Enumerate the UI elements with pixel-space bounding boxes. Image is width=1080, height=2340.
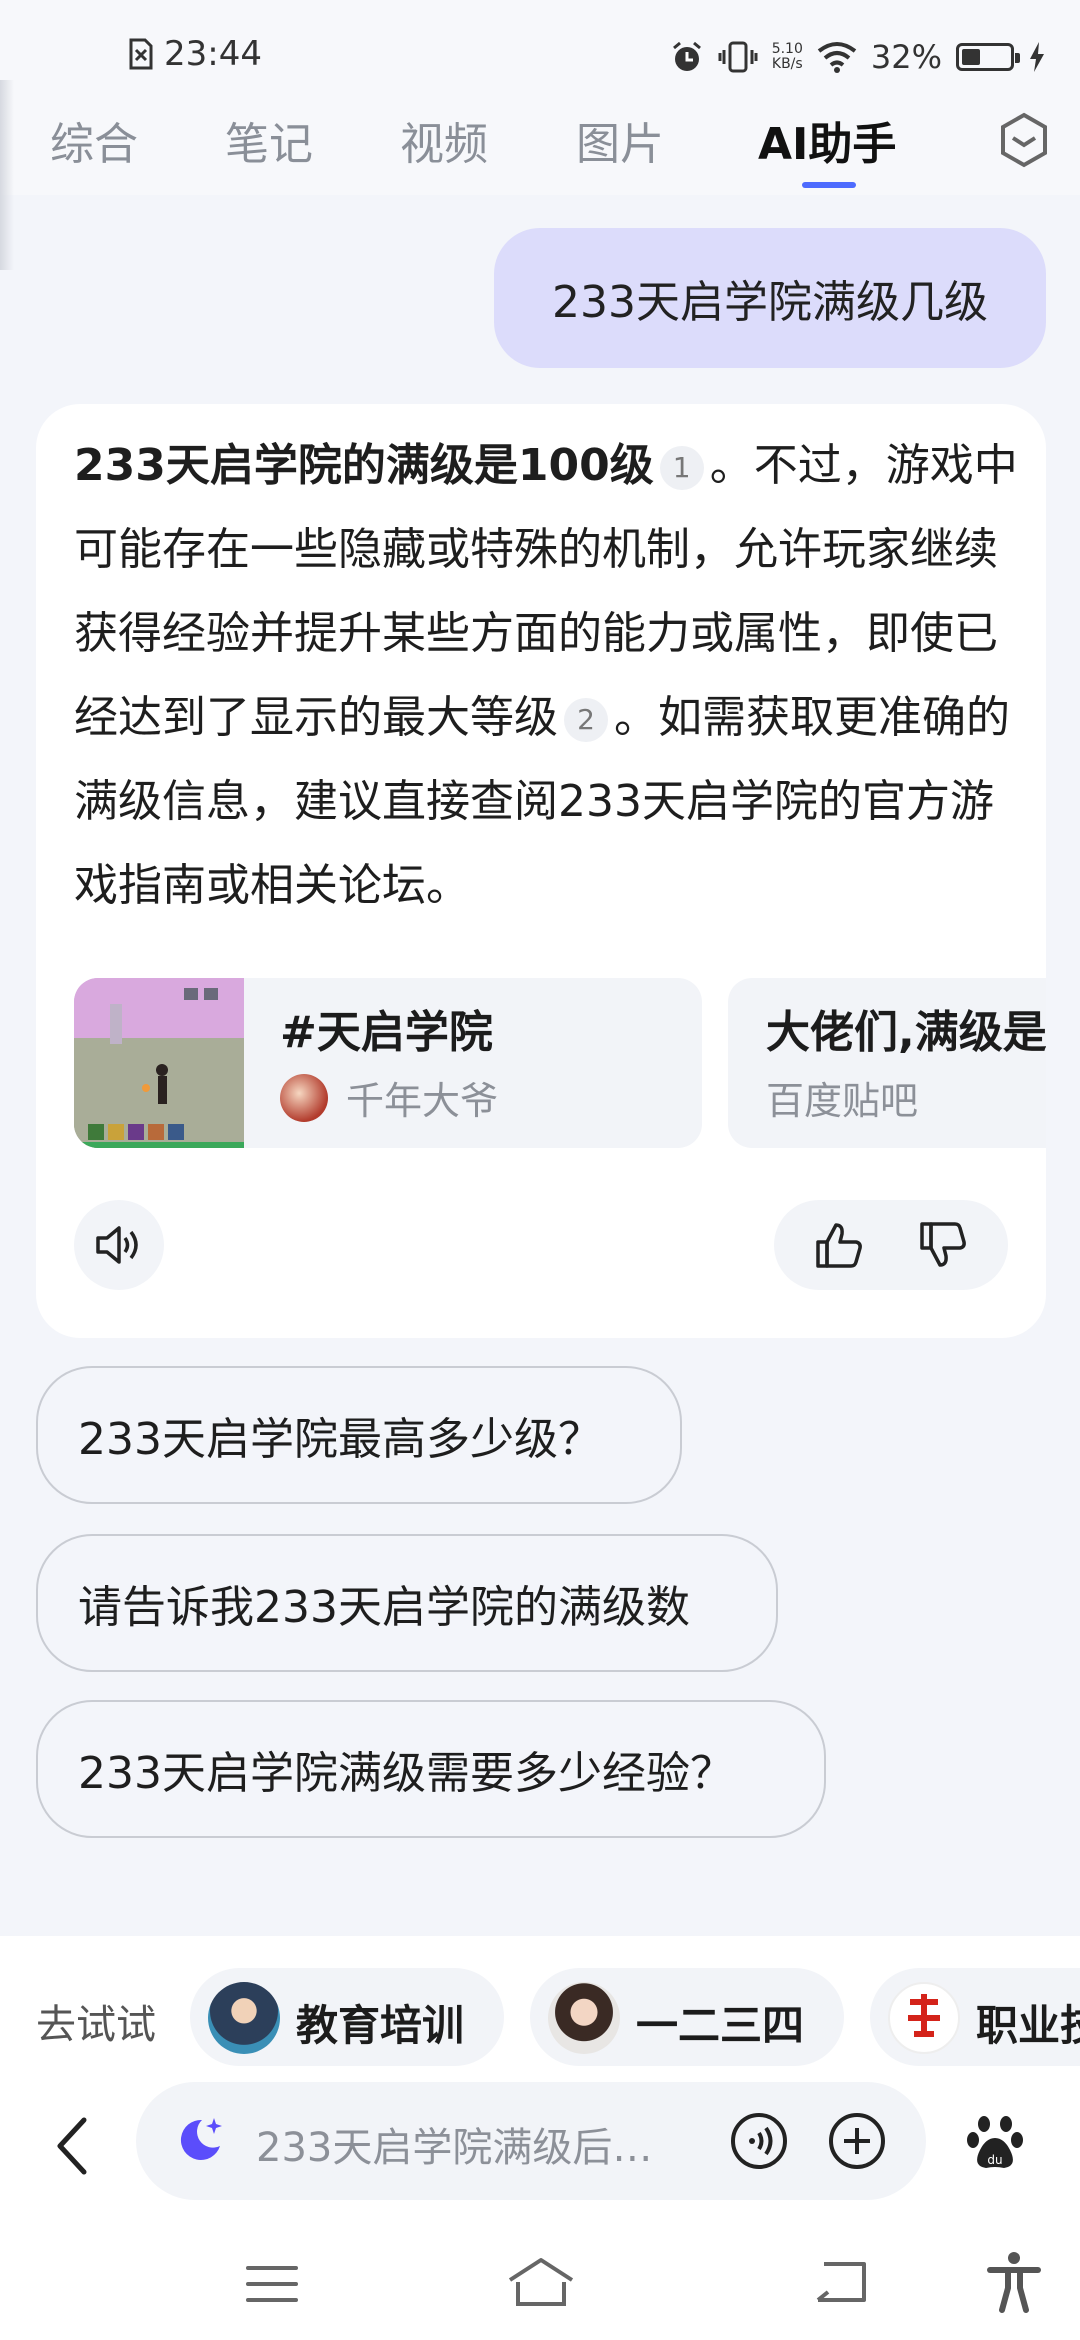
source-title: #天启学院 <box>280 1007 493 1058</box>
suggested-question[interactable]: 233天启学院最高多少级？ <box>36 1366 682 1504</box>
try-agents-row: 去试试 教育培训 一二三四 职业技 <box>0 1962 1080 2072</box>
citation-badge[interactable]: 1 <box>659 446 704 490</box>
tab-ai-assistant[interactable]: AI助手 <box>758 108 896 172</box>
edge-handle <box>0 80 14 270</box>
baidu-paw-icon[interactable]: du <box>966 2112 1024 2172</box>
net-speed: 5.10 KB/s <box>771 41 803 72</box>
agent-avatar <box>548 1982 620 2054</box>
answer-lead: 233天启学院的满级是100级 <box>74 440 654 491</box>
source-carousel: #天启学院 千年大爷 大佬们,满级是 百度贴吧 <box>74 978 1046 1148</box>
tab-notes[interactable]: 笔记 <box>225 108 313 172</box>
agent-label: 一二三四 <box>636 2001 805 2050</box>
agent-chip[interactable]: 教育培训 <box>190 1968 504 2066</box>
agent-chip[interactable]: 职业技 <box>870 1968 1080 2066</box>
top-bar: 23:44 5.10 KB/s 32% 综合 笔记 视频 图片 AI助手 <box>0 0 1080 195</box>
status-bar: 23:44 5.10 KB/s 32% <box>0 0 1080 120</box>
agent-chip[interactable]: 一二三四 <box>530 1968 844 2066</box>
home-icon[interactable] <box>506 2256 576 2308</box>
tab-general[interactable]: 综合 <box>50 108 138 172</box>
source-title: 大佬们,满级是 <box>766 1007 1046 1058</box>
charging-icon <box>1030 42 1044 72</box>
system-nav-bar <box>0 2226 1080 2340</box>
battery-icon <box>956 43 1020 71</box>
add-circle-icon[interactable] <box>828 2112 886 2170</box>
speaker-icon <box>96 1226 138 1264</box>
user-message-bubble: 233天启学院满级几级 <box>494 228 1046 368</box>
input-row: 233天启学院满级后… du <box>0 2082 1080 2202</box>
thumbs-down-icon[interactable] <box>918 1220 968 1270</box>
ai-answer-card: 233天启学院的满级是100级 1 。不过，游戏中可能存在一些隐藏或特殊的机制，允许… <box>36 404 1046 1338</box>
wifi-icon <box>817 42 857 73</box>
try-label: 去试试 <box>36 2002 156 2048</box>
vibrate-icon <box>718 41 758 73</box>
agent-label: 教育培训 <box>296 2001 465 2050</box>
agent-avatar <box>888 1982 960 2054</box>
agent-label: 职业技 <box>976 2001 1080 2050</box>
read-aloud-button[interactable] <box>74 1200 164 1290</box>
hexagon-menu-icon[interactable] <box>998 112 1050 168</box>
thumbs-up-icon[interactable] <box>814 1220 864 1270</box>
suggested-question[interactable]: 请告诉我233天启学院的满级数 <box>36 1534 778 1672</box>
author-avatar <box>280 1074 328 1122</box>
ai-spark-icon <box>180 2118 222 2160</box>
accessibility-icon[interactable] <box>986 2250 1042 2314</box>
menu-icon[interactable] <box>244 2262 300 2306</box>
game-screenshot-thumbnail <box>74 978 244 1148</box>
battery-percent: 32% <box>870 38 942 76</box>
status-time: 23:44 <box>164 34 262 74</box>
answer-text: 233天启学院的满级是100级 1 。不过，游戏中可能存在一些隐藏或特殊的机制，允许… <box>74 424 1024 928</box>
game-scene-image <box>74 978 244 1148</box>
back-nav-icon[interactable] <box>810 2258 870 2306</box>
active-tab-indicator <box>802 182 856 188</box>
svg-text:du: du <box>987 2153 1002 2167</box>
source-card[interactable]: 大佬们,满级是 百度贴吧 <box>728 978 1046 1148</box>
tab-images[interactable]: 图片 <box>576 108 664 172</box>
agent-avatar <box>208 1982 280 2054</box>
voice-wave-icon[interactable] <box>730 2112 788 2170</box>
suggested-question[interactable]: 233天启学院满级需要多少经验？ <box>36 1700 826 1838</box>
source-card[interactable]: #天启学院 千年大爷 <box>74 978 702 1148</box>
alarm-icon <box>672 41 701 71</box>
sim-off-icon <box>129 38 153 70</box>
back-arrow-icon[interactable] <box>54 2116 94 2176</box>
citation-badge[interactable]: 2 <box>564 698 608 742</box>
tab-bar: 综合 笔记 视频 图片 AI助手 <box>0 108 1080 188</box>
input-placeholder: 233天启学院满级后… <box>256 2125 653 2171</box>
feedback-pill <box>774 1200 1008 1290</box>
source-author: 千年大爷 <box>346 1079 499 1123</box>
tab-videos[interactable]: 视频 <box>400 108 488 172</box>
ask-input[interactable]: 233天启学院满级后… <box>136 2082 926 2200</box>
source-site: 百度贴吧 <box>766 1079 919 1123</box>
